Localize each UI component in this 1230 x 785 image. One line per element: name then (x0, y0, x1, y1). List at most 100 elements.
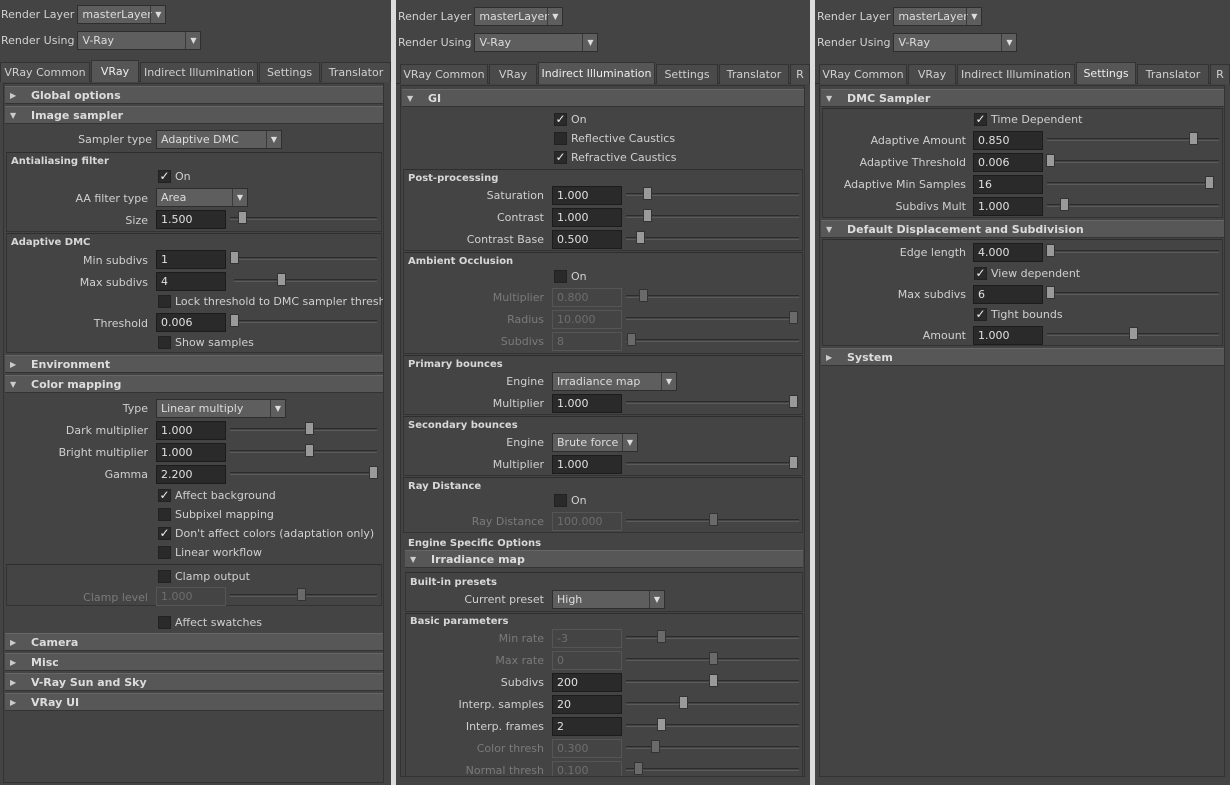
min-rate-slider[interactable] (626, 630, 799, 643)
contrast-base-slider[interactable] (626, 231, 799, 244)
tab-settings[interactable]: Settings (1076, 62, 1136, 84)
refractive-caustics-checkbox[interactable]: ✓ (554, 151, 567, 164)
max-rate-slider[interactable] (626, 652, 799, 665)
contrast-field[interactable]: 1.000 (552, 208, 622, 227)
current-preset-dropdown[interactable]: High ▼ (552, 590, 665, 609)
primary-engine-dropdown[interactable]: Irradiance map ▼ (552, 372, 677, 391)
threshold-field[interactable]: 0.006 (156, 313, 226, 332)
slider-handle[interactable] (708, 652, 718, 665)
render-using-dropdown[interactable]: V-Ray ▼ (893, 32, 1018, 52)
size-slider[interactable] (230, 211, 377, 224)
ray-distance-on-checkbox[interactable] (554, 494, 567, 507)
contrast-base-field[interactable]: 0.500 (552, 230, 622, 249)
dont-affect-colors-checkbox[interactable]: ✓ (158, 527, 171, 540)
tab-settings[interactable]: Settings (259, 62, 320, 82)
ao-multiplier-field[interactable]: 0.800 (552, 288, 622, 307)
bright-multiplier-slider[interactable] (230, 444, 377, 457)
ao-radius-field[interactable]: 10.000 (552, 310, 622, 329)
dark-multiplier-slider[interactable] (230, 422, 377, 435)
slider-handle[interactable] (708, 513, 718, 526)
min-rate-field[interactable]: -3 (552, 629, 622, 648)
color-thresh-field[interactable]: 0.300 (552, 739, 622, 758)
tab-settings[interactable]: Settings (656, 64, 718, 84)
bright-multiplier-field[interactable]: 1.000 (156, 443, 226, 462)
type-dropdown[interactable]: Linear multiply ▼ (156, 399, 286, 418)
min-subdivs-slider[interactable] (230, 251, 377, 264)
slider-handle[interactable] (789, 456, 798, 469)
contrast-slider[interactable] (626, 209, 799, 222)
gi-on-checkbox[interactable]: ✓ (554, 113, 567, 126)
tab-overflow[interactable]: R (1210, 64, 1230, 84)
slider-handle[interactable] (708, 674, 718, 687)
interp-frames-field[interactable]: 2 (552, 717, 622, 736)
section-color-mapping[interactable]: ▼ Color mapping (5, 375, 383, 393)
slider-handle[interactable] (634, 762, 644, 775)
section-irradiance-map[interactable]: ▼ Irradiance map (405, 550, 803, 568)
normal-thresh-slider[interactable] (626, 762, 799, 775)
slider-handle[interactable] (627, 333, 637, 346)
section-camera[interactable]: ▶ Camera (5, 633, 383, 651)
tab-vray[interactable]: VRay (91, 60, 139, 82)
secondary-engine-dropdown[interactable]: Brute force ▼ (552, 433, 638, 452)
slider-handle[interactable] (642, 209, 652, 222)
slider-handle[interactable] (296, 588, 306, 601)
tab-vray[interactable]: VRay (489, 64, 537, 84)
size-field[interactable]: 1.500 (156, 210, 226, 229)
render-using-dropdown[interactable]: V-Ray ▼ (474, 32, 599, 52)
max-subdivs-slider[interactable] (234, 273, 377, 286)
slider-handle[interactable] (789, 311, 798, 324)
linear-workflow-checkbox[interactable] (158, 546, 171, 559)
normal-thresh-field[interactable]: 0.100 (552, 761, 622, 776)
section-default-displacement[interactable]: ▼ Default Displacement and Subdivision (821, 220, 1224, 238)
tab-vray-common[interactable]: VRay Common (0, 62, 90, 82)
tab-translator[interactable]: Translator (719, 64, 789, 84)
subpixel-mapping-checkbox[interactable] (158, 508, 171, 521)
section-environment[interactable]: ▶ Environment (5, 355, 383, 373)
section-system[interactable]: ▶ System (821, 348, 1224, 366)
subdivs-slider[interactable] (626, 674, 799, 687)
slider-handle[interactable] (230, 251, 239, 264)
slider-handle[interactable] (635, 231, 645, 244)
slider-handle[interactable] (789, 395, 798, 408)
interp-frames-slider[interactable] (626, 718, 799, 731)
section-gi[interactable]: ▼ GI (402, 89, 804, 107)
ao-on-checkbox[interactable] (554, 270, 567, 283)
slider-handle[interactable] (277, 273, 287, 286)
tab-vray[interactable]: VRay (908, 64, 956, 84)
render-using-dropdown[interactable]: V-Ray ▼ (77, 30, 202, 50)
slider-handle[interactable] (651, 740, 661, 753)
tab-vray-common[interactable]: VRay Common (819, 64, 907, 84)
dark-multiplier-field[interactable]: 1.000 (156, 421, 226, 440)
section-global-options[interactable]: ▶ Global options (5, 86, 383, 104)
slider-handle[interactable] (656, 718, 666, 731)
ao-multiplier-slider[interactable] (626, 289, 799, 302)
primary-multiplier-field[interactable]: 1.000 (552, 394, 622, 413)
threshold-slider[interactable] (230, 314, 377, 327)
interp-samples-slider[interactable] (626, 696, 799, 709)
ray-distance-field[interactable]: 100.000 (552, 512, 622, 531)
section-image-sampler[interactable]: ▼ Image sampler (5, 106, 383, 124)
render-layer-dropdown[interactable]: masterLayer ▼ (77, 4, 167, 24)
slider-handle[interactable] (305, 422, 315, 435)
secondary-multiplier-slider[interactable] (626, 456, 798, 469)
tab-indirect-illumination[interactable]: Indirect Illumination (140, 62, 258, 82)
tab-vray-common[interactable]: VRay Common (400, 64, 488, 84)
clamp-level-field[interactable]: 1.000 (156, 587, 226, 606)
slider-handle[interactable] (237, 211, 247, 224)
saturation-field[interactable]: 1.000 (552, 186, 622, 205)
gamma-slider[interactable] (230, 466, 378, 479)
gamma-field[interactable]: 2.200 (156, 465, 226, 484)
section-sun-and-sky[interactable]: ▶ V-Ray Sun and Sky (5, 673, 383, 691)
affect-background-checkbox[interactable]: ✓ (158, 489, 171, 502)
saturation-slider[interactable] (626, 187, 799, 200)
tab-translator[interactable]: Translator (321, 62, 391, 82)
subdivs-field[interactable]: 200 (552, 673, 622, 692)
render-layer-dropdown[interactable]: masterLayer ▼ (893, 6, 983, 26)
sampler-type-dropdown[interactable]: Adaptive DMC ▼ (156, 130, 282, 149)
slider-handle[interactable] (639, 289, 649, 302)
tab-translator[interactable]: Translator (1137, 64, 1209, 84)
affect-swatches-checkbox[interactable] (158, 616, 171, 629)
max-subdivs-field[interactable]: 4 (156, 272, 226, 291)
show-samples-checkbox[interactable] (158, 336, 171, 349)
ao-subdivs-slider[interactable] (626, 333, 799, 346)
